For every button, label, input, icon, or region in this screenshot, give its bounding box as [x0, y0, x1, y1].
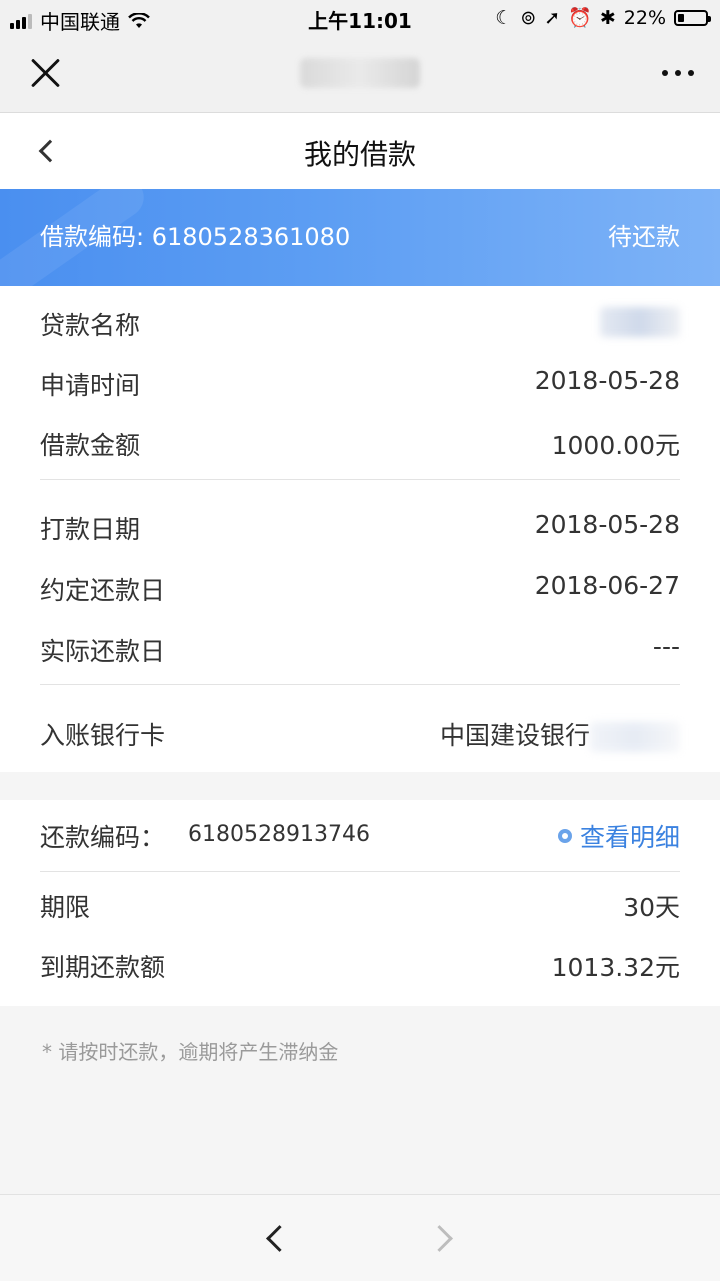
divider — [40, 684, 680, 685]
row-term: 期限 30天 — [40, 888, 680, 928]
status-left: 中国联通 — [10, 6, 150, 35]
carrier-name: 中国联通 — [40, 10, 120, 34]
moon-icon: ☾ — [495, 6, 513, 29]
bank-card-label: 入账银行卡 — [40, 721, 166, 750]
row-bank-card: 入账银行卡 中国建设银行 — [40, 716, 680, 756]
status-right: ☾ ⊚ ➚ ⏰ ✱ 22% — [495, 6, 711, 29]
view-detail-label: 查看明细 — [579, 823, 680, 852]
battery-percent: 22% — [623, 6, 666, 29]
payout-date-value: 2018-05-28 — [534, 510, 680, 539]
location-icon: ➚ — [544, 6, 561, 29]
wifi-icon — [128, 12, 150, 28]
browser-back-icon[interactable] — [262, 1223, 288, 1253]
late-fee-notice: * 请按时还款，逾期将产生滞纳金 — [42, 1040, 339, 1064]
actual-repay-label: 实际还款日 — [40, 637, 166, 666]
loan-status: 待还款 — [608, 223, 680, 251]
repay-code-value: 6180528913746 — [188, 822, 370, 847]
due-date-value: 2018-06-27 — [534, 571, 680, 600]
row-loan-name: 贷款名称 — [40, 306, 680, 346]
payout-date-label: 打款日期 — [40, 515, 141, 544]
term-value: 30天 — [623, 893, 680, 922]
bluetooth-icon: ✱ — [599, 6, 616, 29]
rotation-lock-icon: ⊚ — [520, 6, 537, 29]
row-repay-code: 还款编码： 6180528913746 查看明细 — [40, 818, 680, 858]
due-amount-label: 到期还款额 — [40, 953, 166, 982]
row-due-date: 约定还款日 2018-06-27 — [40, 571, 680, 611]
apply-time-value: 2018-05-28 — [534, 366, 680, 395]
bank-name: 中国建设银行 — [439, 721, 590, 750]
loan-name-value-redacted — [600, 306, 680, 337]
battery-level — [678, 13, 684, 22]
battery-icon — [674, 9, 711, 26]
row-payout-date: 打款日期 2018-05-28 — [40, 510, 680, 550]
repayment-card: 还款编码： 6180528913746 查看明细 期限 30天 到期还款额 10… — [0, 800, 720, 1006]
loan-amount-value: 1000.00元 — [551, 431, 680, 460]
repay-code-label: 还款编码： — [40, 823, 166, 852]
bank-card-number-redacted — [590, 722, 680, 752]
more-icon[interactable] — [662, 70, 694, 76]
page-header: 我的借款 — [0, 113, 720, 189]
page-title: 我的借款 — [303, 138, 416, 171]
browser-nav-bar — [0, 36, 720, 113]
loan-name-label: 贷款名称 — [40, 311, 141, 340]
status-bar: 中国联通 上午11:01 ☾ ⊚ ➚ ⏰ ✱ 22% — [0, 0, 720, 36]
loan-amount-label: 借款金额 — [40, 431, 141, 460]
apply-time-label: 申请时间 — [40, 371, 141, 400]
due-amount-value: 1013.32元 — [551, 953, 680, 982]
row-actual-repay: 实际还款日 --- — [40, 632, 680, 672]
divider — [40, 871, 680, 872]
browser-bottom-nav — [0, 1194, 720, 1281]
row-apply-time: 申请时间 2018-05-28 — [40, 366, 680, 406]
term-label: 期限 — [40, 893, 91, 922]
bank-card-value: 中国建设银行 — [440, 716, 680, 752]
divider — [40, 479, 680, 480]
view-detail-link[interactable]: 查看明细 — [557, 818, 680, 854]
actual-repay-value: --- — [652, 632, 680, 661]
signal-icon — [10, 13, 34, 29]
row-due-amount: 到期还款额 1013.32元 — [40, 948, 680, 988]
detail-icon — [557, 829, 572, 843]
browser-title-redacted — [300, 58, 420, 88]
alarm-icon: ⏰ — [568, 7, 592, 29]
back-icon[interactable] — [36, 139, 58, 163]
loan-code: 借款编码: 6180528361080 — [40, 223, 351, 251]
row-loan-amount: 借款金额 1000.00元 — [40, 426, 680, 466]
loan-banner: 借款编码: 6180528361080 待还款 — [0, 189, 720, 286]
browser-forward-icon[interactable] — [430, 1223, 456, 1253]
close-icon[interactable] — [28, 56, 62, 90]
loan-details-card: 贷款名称 申请时间 2018-05-28 借款金额 1000.00元 打款日期 … — [0, 286, 720, 772]
due-date-label: 约定还款日 — [40, 576, 166, 605]
